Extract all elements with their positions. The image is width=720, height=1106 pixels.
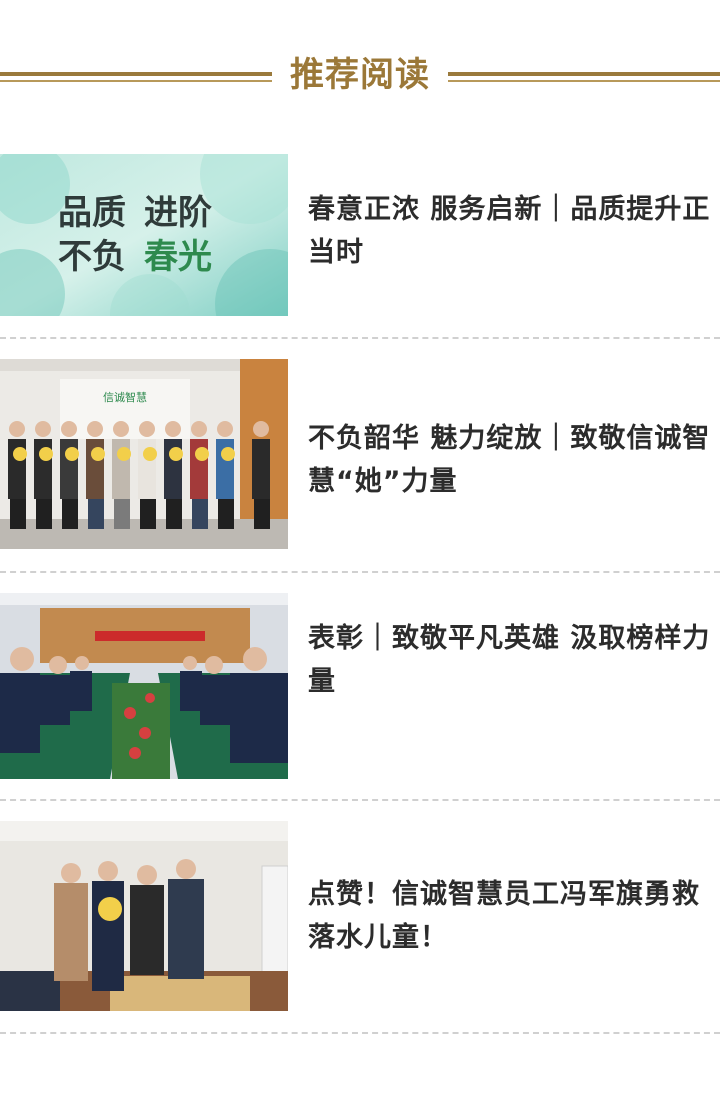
article-card-4[interactable]: 点赞！信诚智慧员工冯军旗勇救落水儿童！ bbox=[0, 821, 720, 1011]
header-rule-right bbox=[448, 72, 720, 84]
article-divider-1 bbox=[0, 337, 720, 339]
header-rule-left bbox=[0, 72, 272, 84]
article-title-3[interactable]: 表彰｜致敬平凡英雄 汲取榜样力量 bbox=[308, 617, 720, 703]
office-sign-text: 信诚智慧 bbox=[103, 390, 147, 404]
article-thumbnail-4[interactable] bbox=[0, 821, 288, 1011]
article-divider-4 bbox=[0, 1032, 720, 1034]
article-title-4[interactable]: 点赞！信诚智慧员工冯军旗勇救落水儿童！ bbox=[308, 873, 720, 959]
article-thumbnail-1[interactable]: 品质 进阶 不负 春光 bbox=[0, 154, 288, 316]
article-title-2[interactable]: 不负韶华 魅力绽放｜致敬信诚智慧“她”力量 bbox=[308, 417, 720, 503]
thumb-text-1a: 品质 bbox=[58, 193, 126, 233]
article-card-1[interactable]: 品质 进阶 不负 春光 春意正浓 服务启新｜品质提升正当时 bbox=[0, 154, 720, 344]
recommended-reading-header: 推荐阅读 bbox=[0, 48, 720, 102]
section-title: 推荐阅读 bbox=[290, 55, 430, 95]
article-thumbnail-3[interactable] bbox=[0, 593, 288, 779]
thumb-text-2b: 春光 bbox=[144, 237, 212, 277]
thumb-text-1b: 进阶 bbox=[144, 193, 212, 233]
article-divider-2 bbox=[0, 571, 720, 573]
article-title-1[interactable]: 春意正浓 服务启新｜品质提升正当时 bbox=[308, 188, 720, 274]
article-divider-3 bbox=[0, 799, 720, 801]
article-thumbnail-2[interactable]: 信诚智慧 bbox=[0, 359, 288, 549]
thumb-text-2a: 不负 bbox=[58, 237, 126, 277]
article-card-3[interactable]: 表彰｜致敬平凡英雄 汲取榜样力量 bbox=[0, 593, 720, 783]
article-card-2[interactable]: 信诚智慧 不负韶华 魅力绽放｜致敬信诚智慧“她”力量 bbox=[0, 359, 720, 549]
